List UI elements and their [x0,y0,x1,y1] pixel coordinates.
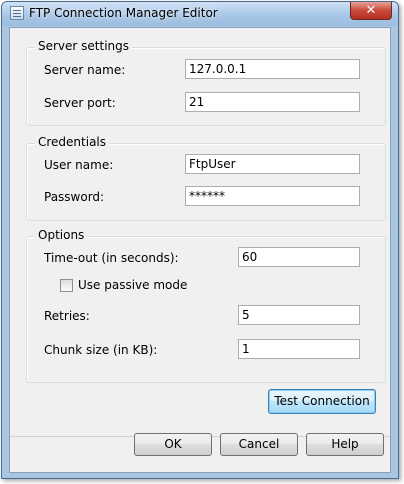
server-port-input[interactable]: 21 [185,92,360,112]
retries-input[interactable]: 5 [238,305,360,325]
dialog-client-area: Server settings Server name: 127.0.0.1 S… [9,27,391,473]
timeout-input[interactable]: 60 [238,247,360,267]
passive-mode-checkbox[interactable] [60,279,73,292]
server-name-label: Server name: [44,63,126,77]
dialog-window: FTP Connection Manager Editor ✕ Server s… [1,1,399,479]
options-group-label: Options [35,228,88,242]
password-label: Password: [44,190,105,204]
chunk-size-input[interactable]: 1 [238,339,360,359]
server-settings-group: Server settings Server name: 127.0.0.1 S… [26,39,386,126]
server-name-input[interactable]: 127.0.0.1 [185,59,360,79]
window-app-icon [10,6,24,20]
timeout-label: Time-out (in seconds): [44,251,179,265]
user-name-label: User name: [44,158,114,172]
cancel-button[interactable]: Cancel [220,433,298,456]
passive-mode-label[interactable]: Use passive mode [78,278,187,292]
server-settings-group-label: Server settings [35,39,133,53]
test-connection-button[interactable]: Test Connection [268,389,376,414]
ok-button[interactable]: OK [134,433,212,456]
credentials-group-label: Credentials [35,135,110,149]
close-icon: ✕ [365,3,377,18]
window-title: FTP Connection Manager Editor [29,6,218,20]
help-button[interactable]: Help [306,433,384,456]
credentials-group: Credentials User name: FtpUser Password:… [26,135,386,221]
options-group: Options Time-out (in seconds): 60 Use pa… [26,228,386,383]
title-bar[interactable]: FTP Connection Manager Editor ✕ [2,2,398,26]
close-button[interactable]: ✕ [350,2,392,20]
password-input[interactable]: ****** [185,186,360,206]
server-port-label: Server port: [44,96,116,110]
retries-label: Retries: [44,309,90,323]
user-name-input[interactable]: FtpUser [185,154,360,174]
chunk-size-label: Chunk size (in KB): [44,343,158,357]
